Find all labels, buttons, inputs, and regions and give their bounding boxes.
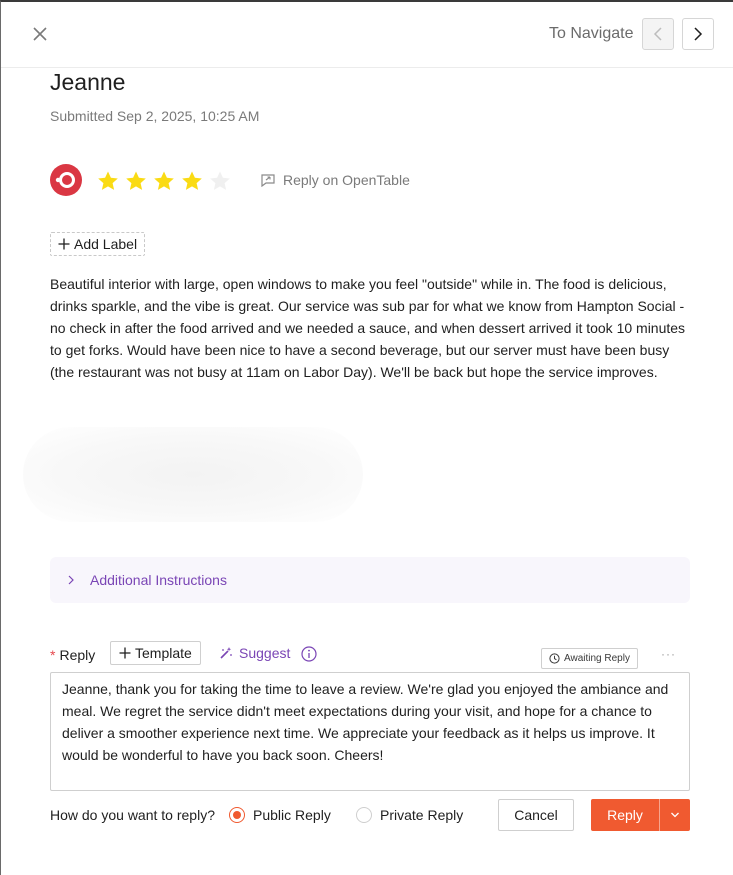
additional-instructions-toggle[interactable]: Additional Instructions <box>50 557 690 603</box>
star-filled-icon <box>98 171 118 190</box>
star-rating <box>97 170 231 192</box>
add-label-button[interactable]: Add Label <box>50 232 146 256</box>
suggest-button[interactable]: Suggest <box>219 645 290 661</box>
add-label-text: Add Label <box>74 236 138 252</box>
reply-type-question: How do you want to reply? <box>50 807 215 823</box>
cancel-button[interactable]: Cancel <box>498 799 574 831</box>
reply-label-text: Reply <box>59 647 96 663</box>
public-reply-radio[interactable]: Public Reply <box>229 807 331 823</box>
radio-unselected-icon <box>356 807 372 823</box>
status-badge: Awaiting Reply <box>541 648 638 669</box>
status-text: Awaiting Reply <box>564 653 630 664</box>
reply-on-label: Reply on OpenTable <box>283 172 410 188</box>
submitted-timestamp: Submitted Sep 2, 2025, 10:25 AM <box>50 108 260 124</box>
chevron-right-icon <box>694 27 703 41</box>
plus-icon <box>119 647 131 659</box>
chevron-down-icon <box>671 812 679 818</box>
reply-textarea[interactable]: Jeanne, thank you for taking the time to… <box>50 672 690 791</box>
private-reply-radio[interactable]: Private Reply <box>356 807 463 823</box>
close-icon[interactable] <box>29 23 51 45</box>
star-empty-icon <box>210 171 230 190</box>
star-filled-icon <box>182 171 202 190</box>
submit-reply-button[interactable]: Reply <box>591 799 659 831</box>
opentable-logo-icon <box>50 164 82 196</box>
public-reply-label: Public Reply <box>253 807 331 823</box>
reply-options-dropdown[interactable] <box>659 799 690 831</box>
suggest-label: Suggest <box>239 645 291 661</box>
required-marker: * <box>50 647 56 663</box>
private-reply-label: Private Reply <box>380 807 464 823</box>
template-button[interactable]: Template <box>110 641 201 665</box>
review-detail-panel: To Navigate Jeanne Submitted Sep 2, 2025… <box>0 0 733 875</box>
additional-instructions-label: Additional Instructions <box>90 572 227 588</box>
plus-icon <box>58 238 70 250</box>
panel-header: To Navigate <box>1 2 733 68</box>
navigate-label: To Navigate <box>549 25 634 42</box>
radio-selected-icon <box>229 807 245 823</box>
next-review-button[interactable] <box>682 18 714 50</box>
more-options-icon[interactable]: ··· <box>661 647 676 661</box>
template-label: Template <box>135 645 192 661</box>
magic-wand-icon <box>220 647 232 659</box>
review-text: Beautiful interior with large, open wind… <box>50 276 686 380</box>
reply-field-label: * Reply <box>50 647 95 663</box>
blurred-content-placeholder <box>23 427 363 522</box>
reviewer-name: Jeanne <box>50 69 126 95</box>
clock-icon <box>549 653 560 664</box>
info-icon[interactable] <box>301 646 317 662</box>
chevron-right-icon <box>68 575 74 585</box>
star-filled-icon <box>154 171 174 190</box>
chevron-left-icon <box>653 27 662 41</box>
reply-on-opentable-link[interactable]: Reply on OpenTable <box>261 172 410 188</box>
external-reply-icon <box>261 174 275 187</box>
previous-review-button[interactable] <box>642 18 674 50</box>
star-filled-icon <box>126 171 146 190</box>
